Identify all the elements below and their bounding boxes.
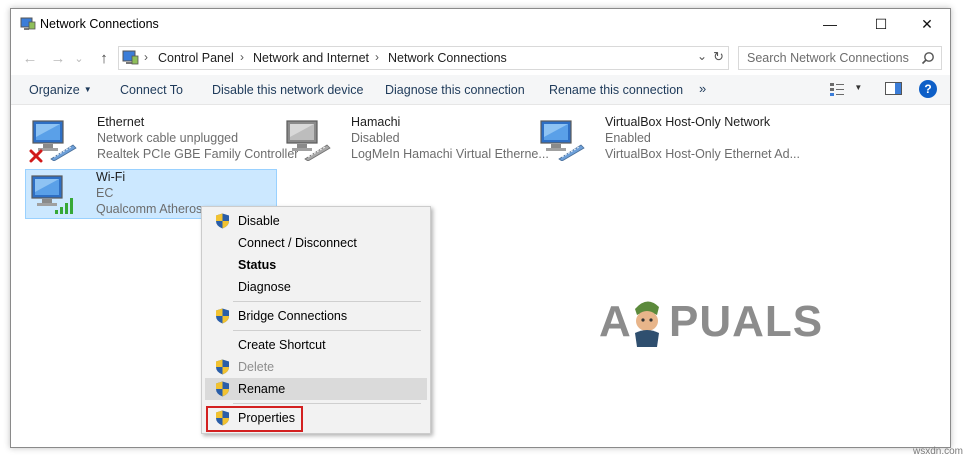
disconnected-x-icon xyxy=(29,149,43,163)
recent-locations-button[interactable]: ⌄ xyxy=(72,47,86,69)
search-input[interactable] xyxy=(747,48,917,68)
connection-name: Wi-Fi xyxy=(96,170,126,184)
connection-virtualbox[interactable]: VirtualBox Host-Only Network Enabled Vir… xyxy=(535,115,805,165)
help-button[interactable]: ? xyxy=(919,80,937,98)
connection-device: Realtek PCIe GBE Family Controller xyxy=(97,147,299,161)
shield-icon xyxy=(216,308,229,324)
back-arrow-icon: ← xyxy=(22,49,38,67)
more-commands-button[interactable]: » xyxy=(699,81,706,96)
menu-item-diagnose[interactable]: Diagnose xyxy=(205,276,427,298)
menu-item-bridge-connections[interactable]: Bridge Connections xyxy=(205,305,427,327)
menu-item-disable[interactable]: Disable xyxy=(205,210,427,232)
mascot-icon xyxy=(635,301,659,347)
close-button[interactable]: ✕ xyxy=(904,9,950,39)
menu-item-label: Create Shortcut xyxy=(238,338,326,352)
connection-status: Disabled xyxy=(351,131,400,145)
menu-item-connect-disconnect[interactable]: Connect / Disconnect xyxy=(205,232,427,254)
control-panel-icon xyxy=(122,50,139,65)
shield-icon xyxy=(216,359,229,375)
chevron-down-icon: ⌄ xyxy=(74,52,84,65)
context-menu: Disable Connect / Disconnect Status Diag… xyxy=(201,206,431,434)
connection-device: LogMeIn Hamachi Virtual Etherne... xyxy=(351,147,549,161)
signal-bars-icon xyxy=(55,198,73,214)
connection-ethernet[interactable]: Ethernet Network cable unplugged Realtek… xyxy=(27,115,298,165)
up-arrow-icon: ↑ xyxy=(100,49,108,67)
appuals-logo: A PUALS xyxy=(599,295,822,351)
close-icon: ✕ xyxy=(921,15,933,32)
menu-item-create-shortcut[interactable]: Create Shortcut xyxy=(205,334,427,356)
change-view-button[interactable]: ▼ xyxy=(829,81,862,97)
breadcrumb-network-connections[interactable]: Network Connections xyxy=(388,51,507,65)
breadcrumb-separator: › xyxy=(144,50,148,64)
title-bar[interactable]: Network Connections — ☐ ✕ xyxy=(11,9,950,41)
connection-device: Qualcomm Atheros AR956x Wireless Network… xyxy=(96,202,206,216)
connection-name: Ethernet xyxy=(97,115,145,129)
menu-item-status[interactable]: Status xyxy=(205,254,427,276)
shield-icon xyxy=(216,381,229,397)
caret-down-icon: ▼ xyxy=(83,85,92,94)
breadcrumb-separator: › xyxy=(375,50,379,64)
window-title: Network Connections xyxy=(40,17,159,31)
menu-item-delete: Delete xyxy=(205,356,427,378)
breadcrumb-network-and-internet[interactable]: Network and Internet xyxy=(253,51,369,65)
forward-button[interactable]: → xyxy=(48,47,68,69)
preview-pane-icon[interactable] xyxy=(885,81,902,96)
address-row: ← → ⌄ ↑ › Control Panel › Network and In… xyxy=(11,43,950,73)
back-button[interactable]: ← xyxy=(20,47,40,69)
menu-separator xyxy=(233,403,421,404)
address-dropdown-icon[interactable]: ⌄ xyxy=(697,49,707,65)
virtualbox-adapter-icon xyxy=(540,120,585,161)
breadcrumb-separator: › xyxy=(240,50,244,64)
refresh-icon[interactable]: ↻ xyxy=(713,49,724,65)
search-icon[interactable] xyxy=(921,51,935,65)
minimize-button[interactable]: — xyxy=(807,9,853,39)
network-connections-icon xyxy=(20,17,36,30)
properties-highlight-box xyxy=(206,406,303,432)
maximize-button[interactable]: ☐ xyxy=(858,9,904,39)
network-connections-window: Network Connections — ☐ ✕ ← → ⌄ ↑ › Cont… xyxy=(10,8,951,448)
forward-arrow-icon: → xyxy=(50,49,66,67)
shield-icon xyxy=(216,213,229,229)
menu-item-label: Connect / Disconnect xyxy=(238,236,357,250)
connection-status: Enabled xyxy=(605,131,651,145)
minimize-icon: — xyxy=(823,16,837,32)
breadcrumb-control-panel[interactable]: Control Panel xyxy=(158,51,234,65)
site-watermark: wsxdn.com xyxy=(913,446,963,457)
command-bar: Organize ▼ Connect To Disable this networ… xyxy=(11,75,950,105)
search-box[interactable] xyxy=(738,46,942,70)
menu-item-label: Rename xyxy=(238,382,286,396)
organize-label: Organize xyxy=(29,83,80,97)
hamachi-adapter-icon xyxy=(286,120,331,161)
disable-device-button[interactable]: Disable this network device xyxy=(212,83,363,97)
menu-item-label: Delete xyxy=(238,360,275,374)
menu-separator xyxy=(233,330,421,331)
details-view-icon xyxy=(830,83,844,96)
connect-to-button[interactable]: Connect To xyxy=(120,83,183,97)
organize-button[interactable]: Organize ▼ xyxy=(29,83,92,97)
menu-item-label: Bridge Connections xyxy=(238,309,348,323)
connection-name: Hamachi xyxy=(351,115,401,129)
rename-connection-button[interactable]: Rename this connection xyxy=(549,83,683,97)
address-bar[interactable]: › Control Panel › Network and Internet ›… xyxy=(118,46,729,70)
connection-status: EC xyxy=(96,186,114,200)
caret-down-icon: ▼ xyxy=(854,83,863,93)
menu-item-label: Diagnose xyxy=(238,280,291,294)
menu-item-label: Disable xyxy=(238,214,280,228)
connection-status: Network cable unplugged xyxy=(97,131,239,145)
menu-separator xyxy=(233,301,421,302)
logo-text: PUALS xyxy=(669,297,824,346)
connection-device: VirtualBox Host-Only Ethernet Ad... xyxy=(605,147,801,161)
connection-name: VirtualBox Host-Only Network xyxy=(605,115,771,129)
connection-hamachi[interactable]: Hamachi Disabled LogMeIn Hamachi Virtual… xyxy=(281,115,549,165)
up-button[interactable]: ↑ xyxy=(94,47,114,69)
help-icon: ? xyxy=(924,82,932,96)
menu-item-label: Status xyxy=(238,258,277,272)
diagnose-connection-button[interactable]: Diagnose this connection xyxy=(385,83,525,97)
maximize-icon: ☐ xyxy=(874,15,888,32)
menu-item-rename[interactable]: Rename xyxy=(205,378,427,400)
